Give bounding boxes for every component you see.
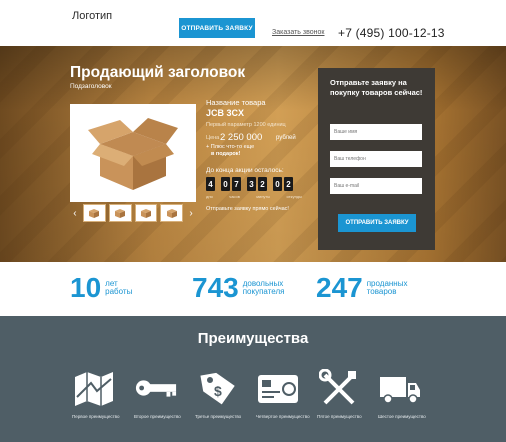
call-back-link[interactable]: Заказать звонок [272, 29, 324, 36]
hero-title: Продающий заголовок [70, 64, 246, 81]
stat-label-line: покупателя [242, 287, 285, 296]
product-image [70, 104, 196, 202]
truck-icon [378, 368, 422, 408]
hero-subtitle: Подзаголовок [70, 83, 112, 90]
price-unit: рублей [276, 135, 296, 141]
advantages-title: Преимущества [197, 330, 309, 347]
logo[interactable]: Логотип [72, 10, 112, 22]
advantage-item: $ Третье преимущество [195, 368, 257, 420]
advantage-label: Первое преимущество [72, 414, 120, 419]
countdown-timer: 4 0 7 3 2 0 2 [206, 177, 293, 191]
unit-minutes: минуты [256, 194, 271, 199]
site-header: Логотип ОТПРАВИТЬ ЗАЯВКУ Заказать звонок… [0, 0, 506, 46]
advantages-section: Преимущества Первое преимущество Второе … [0, 316, 506, 442]
credit-card-icon [256, 368, 300, 408]
advantage-item: Второе преимущество [134, 368, 196, 420]
box-thumbnail-icon [89, 209, 100, 218]
unit-hours: часов [229, 194, 240, 199]
price-value: 2 250 000 [220, 132, 263, 143]
box-thumbnail-icon [140, 209, 151, 218]
thumbnail[interactable] [108, 204, 132, 222]
order-form: Отправьте заявку на покупку товаров сейч… [318, 68, 435, 250]
countdown-digit: 3 [247, 177, 256, 191]
product-bonus: + Плюс что-то еще в подарок! [206, 144, 276, 158]
thumbnail-strip: ‹ › [70, 203, 196, 223]
box-thumbnail-icon [166, 209, 177, 218]
countdown-digit: 4 [206, 177, 215, 191]
advantage-item: Пятое преимущество [317, 368, 379, 420]
stat-customers: 743 довольных покупателя [192, 274, 284, 302]
stat-label: проданных товаров [367, 280, 408, 296]
email-field[interactable] [330, 178, 422, 194]
stat-label-line: товаров [366, 287, 397, 296]
stat-number: 10 [70, 272, 102, 303]
stats-section: 10 лет работы 743 довольных покупателя 2… [0, 262, 506, 316]
advantage-label: Шестое преимущество [378, 414, 426, 419]
stat-years: 10 лет работы [70, 274, 132, 302]
advantage-label: Пятое преимущество [317, 414, 362, 419]
phone-field[interactable] [330, 151, 422, 167]
advantage-item: Шестое преимущество [378, 368, 440, 420]
unit-days: дня [206, 194, 213, 199]
stat-number: 743 [192, 272, 239, 303]
advantage-label: Второе преимущество [134, 414, 181, 419]
stat-label-line: работы [105, 287, 133, 296]
stat-number: 247 [316, 272, 363, 303]
product-name: JCB 3CX [206, 108, 245, 118]
countdown-digit: 0 [273, 177, 282, 191]
name-field[interactable] [330, 124, 422, 140]
form-title: Отправьте заявку на покупку товаров сейч… [330, 78, 423, 97]
bonus-gift: в подарок! [211, 151, 241, 157]
product-param: Первый параметр 1200 единиц [206, 122, 286, 128]
stat-label: лет работы [105, 280, 132, 296]
map-icon [72, 368, 116, 408]
advantage-label: Четвертое преимущество [256, 414, 310, 419]
thumbnail[interactable] [134, 204, 158, 222]
product-name-label: Название товара [206, 98, 266, 107]
tools-icon [317, 368, 361, 408]
unit-seconds: секунды [286, 194, 302, 199]
order-button[interactable]: ОТПРАВИТЬ ЗАЯВКУ [179, 18, 255, 38]
thumbnail[interactable] [160, 204, 184, 222]
bonus-line: + Плюс что-то еще [206, 144, 255, 150]
countdown-digit: 2 [284, 177, 293, 191]
advantage-item: Первое преимущество [72, 368, 134, 420]
advantage-label: Третье преимущество [195, 414, 242, 419]
thumbnail[interactable] [82, 204, 106, 222]
advantage-item: Четвертое преимущество [256, 368, 318, 420]
submit-button[interactable]: ОТПРАВИТЬ ЗАЯВКУ [338, 214, 416, 232]
key-icon [134, 368, 178, 408]
next-arrow-icon[interactable]: › [186, 208, 196, 219]
box-thumbnail-icon [115, 209, 126, 218]
countdown-digit: 7 [232, 177, 241, 191]
hero-section: Продающий заголовок Подзаголовок ‹ › Наз… [0, 46, 506, 262]
prev-arrow-icon[interactable]: ‹ [70, 208, 80, 219]
countdown-note: Отправьте заявку прямо сейчас! [206, 206, 289, 212]
price-label: Цена [206, 135, 220, 141]
stat-label: довольных покупателя [243, 280, 285, 296]
stat-sold: 247 проданных товаров [316, 274, 407, 302]
countdown-digit: 2 [258, 177, 267, 191]
countdown-units: дня часов минуты секунды [206, 194, 302, 199]
countdown-digit: 0 [221, 177, 230, 191]
countdown-label: До конца акции осталось: [206, 167, 284, 174]
phone-number[interactable]: +7 (495) 100-12-13 [338, 26, 445, 40]
price-tag-icon: $ [195, 368, 239, 408]
cardboard-box-icon [88, 118, 178, 190]
svg-text:$: $ [214, 383, 222, 399]
